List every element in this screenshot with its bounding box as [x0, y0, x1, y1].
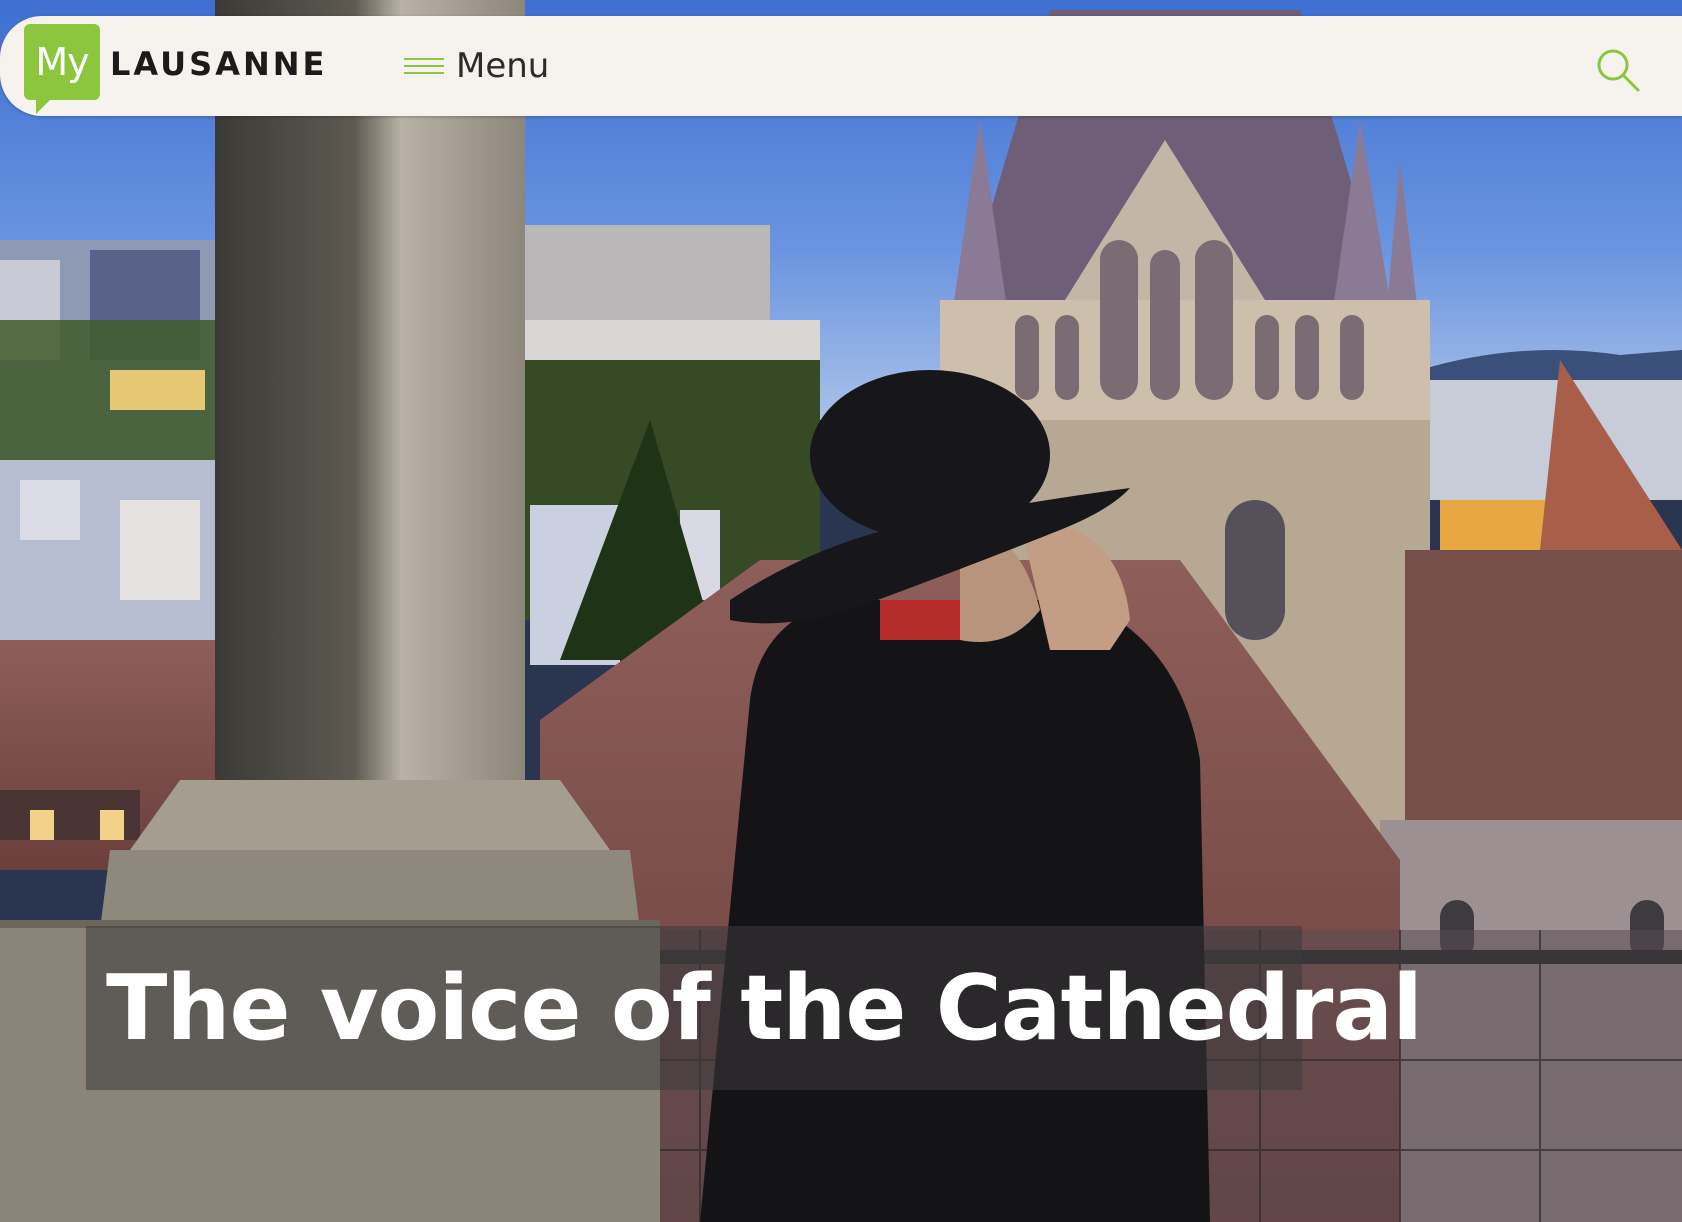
site-header: My LAUSANNE Menu: [0, 16, 1682, 116]
menu-label: Menu: [456, 46, 550, 86]
logo-wordmark: LAUSANNE: [110, 45, 328, 83]
hero-title-box: The voice of the Cathedral: [86, 926, 1423, 1090]
search-icon: [1597, 49, 1640, 92]
logo-badge-text: My: [35, 40, 89, 84]
hamburger-icon: [404, 56, 444, 76]
search-button[interactable]: [1594, 46, 1642, 94]
logo-badge: My: [24, 24, 100, 114]
site-logo[interactable]: My LAUSANNE: [24, 24, 327, 124]
page-title: The voice of the Cathedral: [106, 956, 1423, 1061]
menu-button[interactable]: Menu: [404, 44, 549, 88]
